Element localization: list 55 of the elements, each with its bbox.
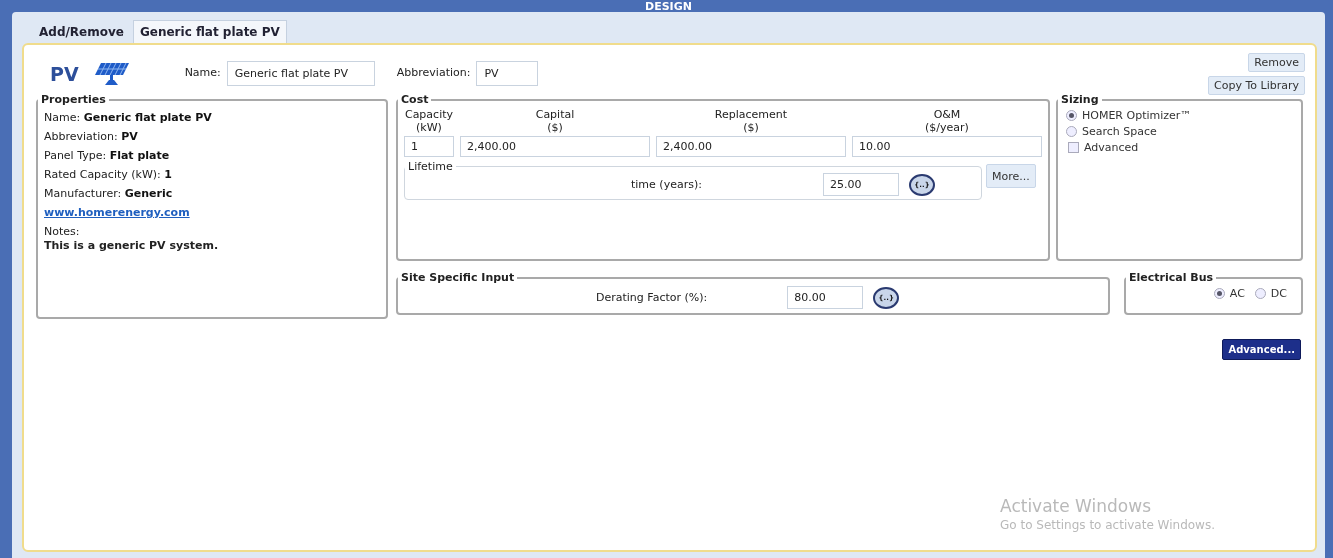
group-title: Properties xyxy=(40,93,107,106)
radio-button[interactable] xyxy=(1254,288,1266,299)
option-label: AC xyxy=(1229,287,1245,300)
field-label: Name: xyxy=(184,66,221,79)
solar-panel-icon xyxy=(94,61,129,87)
option-label: Search Space xyxy=(1082,125,1157,138)
radio-button[interactable] xyxy=(1066,126,1077,137)
name-field[interactable]: Generic flat plate PV xyxy=(226,61,375,86)
activation-title: Activate Windows xyxy=(1000,496,1152,516)
column-heading: Capacity xyxy=(404,108,454,121)
property-text: Rated Capacity (kW): 1 xyxy=(44,168,173,181)
group-title: Lifetime xyxy=(407,160,454,173)
group-title: Sizing xyxy=(1060,93,1100,106)
activation-text: Go to Settings to activate Windows. xyxy=(1000,518,1215,532)
unit-label: ($) xyxy=(546,121,564,134)
property-text: Name: Generic flat plate PV xyxy=(44,111,213,124)
radio-button[interactable] xyxy=(1066,110,1077,121)
derating-field[interactable]: 80.00 xyxy=(787,286,864,309)
tab[interactable]: Add/Remove xyxy=(32,20,131,43)
tab[interactable]: Generic flat plate PV xyxy=(132,20,287,43)
field-label: Derating Factor (%): xyxy=(596,291,708,304)
action-button[interactable]: Copy To Library xyxy=(1208,76,1305,95)
group-title: Site Specific Input xyxy=(400,271,516,284)
window-title: DESIGN xyxy=(645,1,692,12)
option-label: Advanced xyxy=(1084,141,1139,154)
unit-label: (kW) xyxy=(415,121,443,134)
column-heading: Replacement xyxy=(713,108,789,121)
unit-label: ($/year) xyxy=(924,121,970,134)
property-text: Abbreviation: PV xyxy=(44,130,139,143)
cost-field[interactable]: 2,400.00 xyxy=(460,136,650,157)
cost-field[interactable]: 1 xyxy=(404,136,454,157)
column-heading: O&M xyxy=(932,108,962,121)
notes-text: This is a generic PV system. xyxy=(44,239,220,252)
field-label: Abbreviation: xyxy=(396,66,471,79)
lifetime-field[interactable]: 25.00 xyxy=(823,173,899,196)
group-title: Cost xyxy=(400,93,430,106)
abbreviation-field[interactable]: PV xyxy=(476,61,539,86)
website-link[interactable]: www.homerenergy.com xyxy=(44,206,190,219)
unit-label: ($) xyxy=(742,121,760,134)
cost-field[interactable]: 2,400.00 xyxy=(656,136,846,157)
notes-label: Notes: xyxy=(44,225,81,238)
radio-button[interactable] xyxy=(1213,288,1225,299)
option-label: HOMER Optimizer™ xyxy=(1082,109,1192,122)
option-label: DC xyxy=(1270,287,1287,300)
advanced-button[interactable]: Advanced... xyxy=(1222,339,1301,360)
cost-field[interactable]: 10.00 xyxy=(852,136,1042,157)
more-button[interactable]: More... xyxy=(986,164,1036,188)
action-button[interactable]: Remove xyxy=(1248,53,1305,72)
checkbox[interactable] xyxy=(1068,142,1079,153)
property-text: Panel Type: Flat plate xyxy=(44,149,171,162)
column-heading: Capital xyxy=(534,108,576,121)
field-label: time (years): xyxy=(631,178,703,191)
component-label: PV xyxy=(50,63,79,85)
group-title: Electrical Bus xyxy=(1128,271,1215,284)
property-text: Manufacturer: Generic xyxy=(44,187,174,200)
